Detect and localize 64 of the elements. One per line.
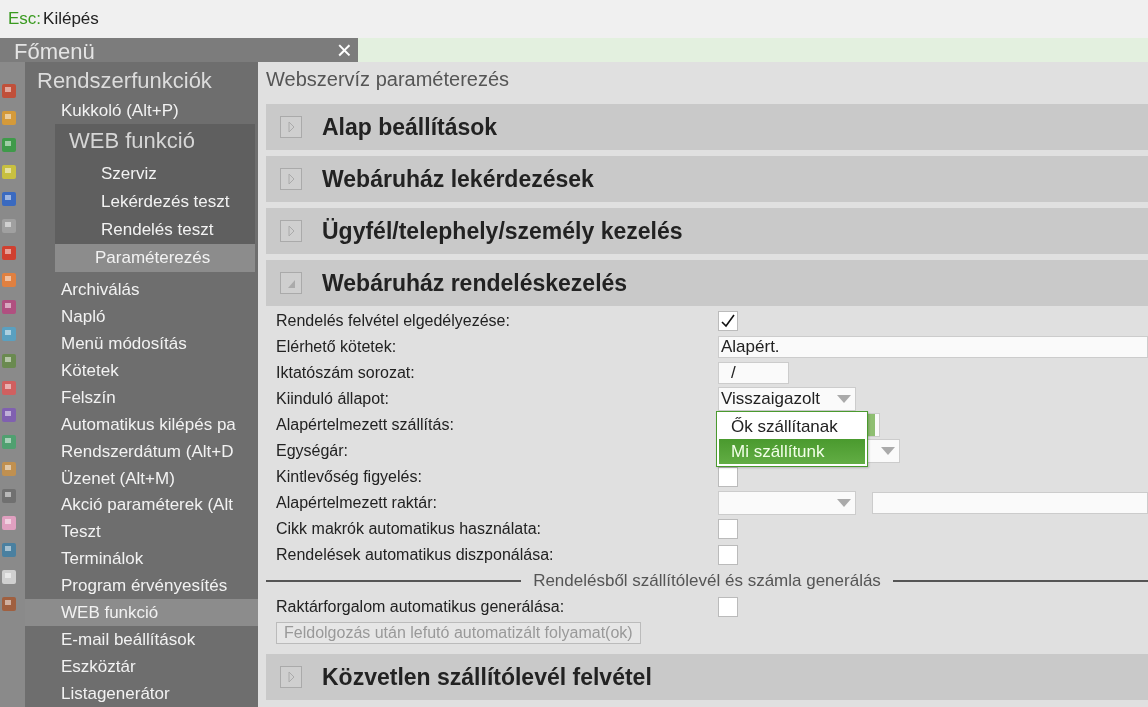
field-label: Kiinduló állapot:	[276, 390, 390, 408]
menu-item[interactable]: Lekérdezés teszt	[61, 187, 255, 216]
menu-item[interactable]: Szerviz	[61, 159, 255, 188]
field-label: Rendelés felvétel elgedélyezése:	[276, 312, 511, 330]
expand-icon[interactable]	[280, 220, 302, 242]
menu-item[interactable]: Kukkoló (Alt+P)	[25, 96, 258, 124]
menu-item[interactable]: Napló	[25, 302, 258, 330]
checkbox[interactable]	[718, 467, 738, 487]
menu-item[interactable]: Felszín	[25, 383, 258, 411]
menu-item[interactable]: Akció paraméterek (Alt	[25, 491, 258, 519]
shortcut-key: Esc:	[8, 9, 42, 29]
expand-icon[interactable]	[280, 168, 302, 190]
menu-item[interactable]: Paraméterezés	[55, 243, 255, 272]
section-header[interactable]: Alap beállítások	[266, 104, 1148, 150]
dropdown-arrow-icon	[837, 395, 851, 403]
field-label: Elérhető kötetek:	[276, 338, 398, 356]
menu-item[interactable]: Listagenerátor	[25, 680, 258, 707]
dropdown-field[interactable]	[718, 491, 856, 515]
menu-title: Főmenü	[14, 40, 95, 64]
section-header[interactable]: Ügyfél/telephely/személy kezelés	[266, 208, 1148, 254]
menu-item[interactable]: Teszt	[25, 518, 258, 546]
menu-item[interactable]: Üzenet (Alt+M)	[25, 464, 258, 492]
text-field[interactable]	[872, 492, 1148, 514]
menu-item[interactable]: Automatikus kilépés pa	[25, 410, 258, 438]
dropdown-arrow-icon	[837, 499, 851, 507]
page-title: Webszervíz paraméterezés	[266, 68, 511, 92]
expand-icon[interactable]	[280, 666, 302, 688]
submenu-title: WEB funkció	[68, 127, 196, 155]
menu-item[interactable]: Eszköztár	[25, 653, 258, 681]
field-label: Alapértelmezett szállítás:	[276, 416, 455, 434]
section-header[interactable]: Közvetlen szállítólevél felvétel	[266, 654, 1148, 700]
field-label: Kintlevőség figyelés:	[276, 468, 423, 486]
menu-item[interactable]: Archiválás	[25, 275, 258, 303]
section-header[interactable]: Webáruház rendeléskezelés	[266, 260, 1148, 306]
menu-item[interactable]: Rendelés teszt	[61, 215, 255, 244]
field-label: Rendelések automatikus diszponálása:	[276, 546, 555, 564]
dropdown-option[interactable]: Mi szállítunk	[719, 439, 865, 464]
checkbox[interactable]	[718, 311, 738, 331]
menu-item[interactable]: E-mail beállítások	[25, 626, 258, 654]
menu-item[interactable]: Program érvényesítés	[25, 572, 258, 600]
checkbox[interactable]	[718, 597, 738, 617]
menu-item[interactable]: Kötetek	[25, 356, 258, 384]
field-label: Raktárforgalom automatikus generálása:	[276, 598, 566, 616]
expand-icon[interactable]	[280, 116, 302, 138]
menu-item[interactable]: Terminálok	[25, 545, 258, 573]
menu-item[interactable]: Menü módosítás	[25, 329, 258, 357]
section-header[interactable]: Webáruház lekérdezések	[266, 156, 1148, 202]
field-label: Cikk makrók automatikus használata:	[276, 520, 542, 538]
group-heading: Rendelésből szállítólevél és számla generálás	[533, 571, 881, 591]
menu-item[interactable]: WEB funkció	[25, 599, 258, 627]
dropdown-field[interactable]: Visszaigazolt	[718, 387, 856, 411]
dropdown-arrow-icon	[881, 447, 895, 455]
text-field[interactable]: /	[718, 362, 789, 384]
text-field[interactable]: Alapért.	[718, 336, 1148, 358]
close-button[interactable]: ×	[336, 39, 352, 61]
menu-item[interactable]: Rendszerdátum (Alt+D	[25, 437, 258, 465]
field-label: Alapértelmezett raktár:	[276, 494, 438, 512]
field-label: Iktatószám sorozat:	[276, 364, 416, 382]
exit-label[interactable]: Kilépés	[43, 9, 99, 29]
checkbox[interactable]	[718, 519, 738, 539]
checkbox[interactable]	[718, 545, 738, 565]
panel-title: Rendszerfunkciók	[36, 68, 213, 95]
collapse-icon[interactable]	[280, 272, 302, 294]
field-label: Egységár:	[276, 442, 350, 460]
